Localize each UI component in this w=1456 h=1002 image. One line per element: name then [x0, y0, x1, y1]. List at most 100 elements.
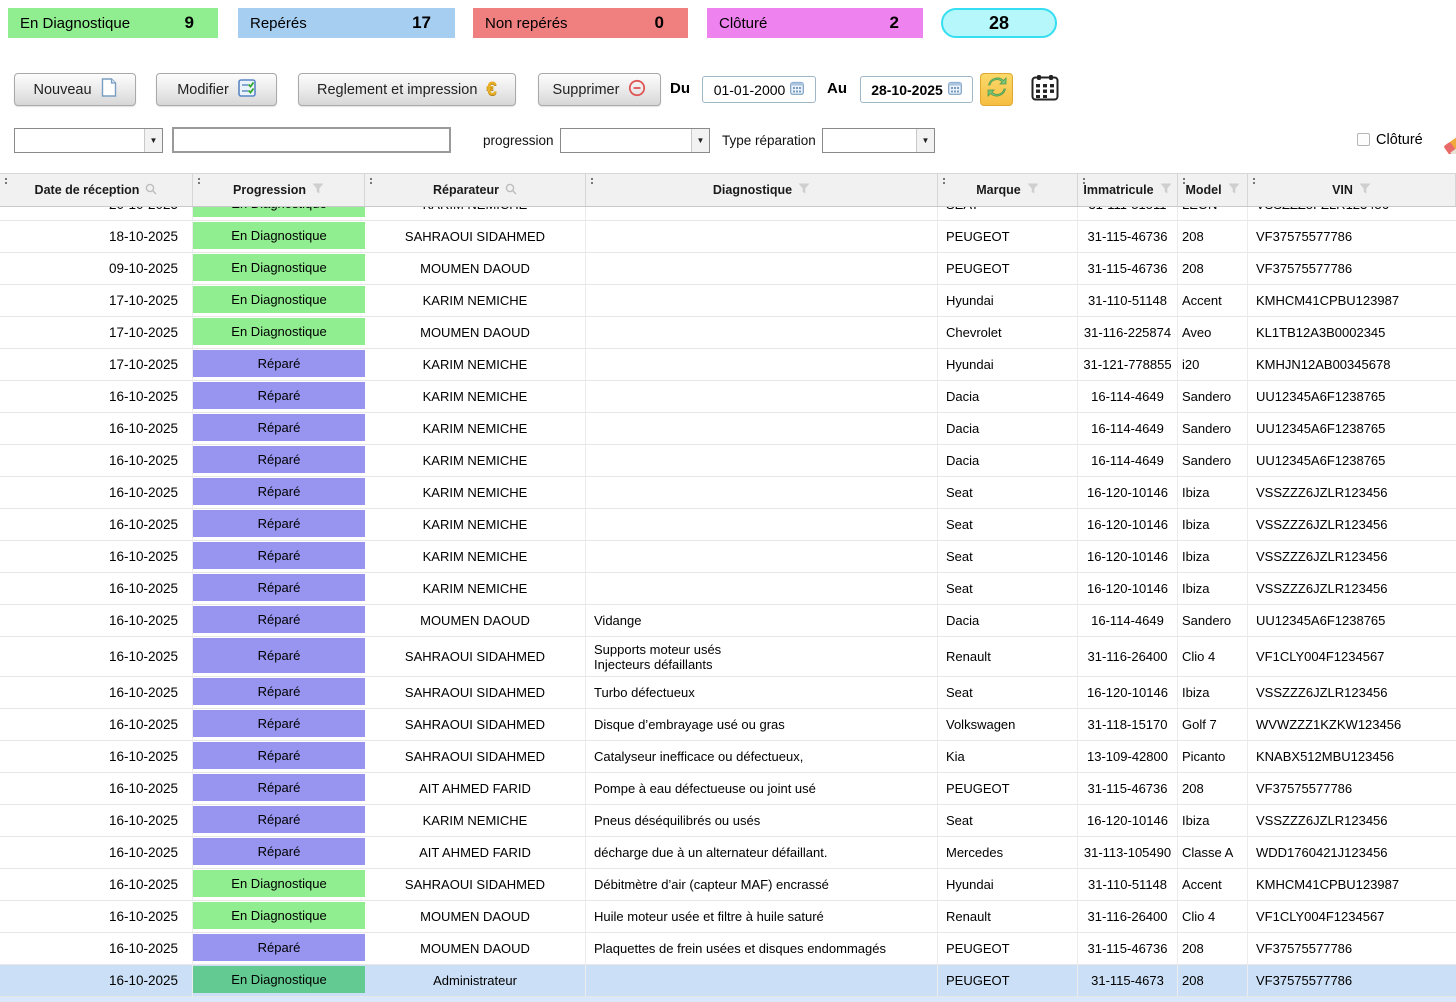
- table-row[interactable]: 16-10-2025 Réparé KARIM NEMICHE Seat 16-…: [0, 477, 1456, 509]
- table-row[interactable]: 16-10-2025 Réparé KARIM NEMICHE Dacia 16…: [0, 413, 1456, 445]
- progression-filter-label: progression: [483, 133, 554, 148]
- cell-reparateur: SAHRAOUI SIDAHMED: [365, 637, 586, 677]
- column-grip-icon[interactable]: [5, 178, 7, 180]
- table-row[interactable]: 16-10-2025 En Diagnostique MOUMEN DAOUD …: [0, 901, 1456, 933]
- table-row[interactable]: 17-10-2025 En Diagnostique KARIM NEMICHE…: [0, 285, 1456, 317]
- column-grip-icon[interactable]: [1183, 178, 1185, 180]
- cell-progression: Réparé: [193, 573, 365, 605]
- table-row[interactable]: 16-10-2025 Réparé SAHRAOUI SIDAHMED Disq…: [0, 709, 1456, 741]
- table-row[interactable]: 16-10-2025 Réparé KARIM NEMICHE Dacia 16…: [0, 445, 1456, 477]
- eraser-icon[interactable]: [1438, 128, 1456, 154]
- column-grip-icon[interactable]: [1083, 178, 1085, 180]
- date-to-field[interactable]: 28-10-2025: [860, 76, 973, 103]
- column-grip-icon[interactable]: [943, 178, 945, 180]
- reglement-impression-button[interactable]: Reglement et impression €: [298, 73, 516, 106]
- cell-date-reception: 16-10-2025: [0, 741, 193, 773]
- cell-vin: KNABX512MBU123456: [1248, 741, 1456, 773]
- filter-icon[interactable]: [1027, 183, 1039, 197]
- filter-icon[interactable]: [1160, 183, 1172, 197]
- table-row[interactable]: 18-10-2025 En Diagnostique SAHRAOUI SIDA…: [0, 221, 1456, 253]
- cell-date-reception: 16-10-2025: [0, 541, 193, 573]
- cell-reparateur: MOUMEN DAOUD: [365, 253, 586, 285]
- filter-icon[interactable]: [1359, 183, 1371, 197]
- table-row[interactable]: 17-10-2025 Réparé KARIM NEMICHE Hyundai …: [0, 349, 1456, 381]
- cell-date-reception: 16-10-2025: [0, 509, 193, 541]
- column-grip-icon[interactable]: [591, 178, 593, 180]
- table-row[interactable]: 16-10-2025 Réparé KARIM NEMICHE Seat 16-…: [0, 541, 1456, 573]
- column-header[interactable]: Immatricule: [1078, 174, 1178, 206]
- type-reparation-combobox[interactable]: ▼: [822, 128, 935, 153]
- table-row[interactable]: 16-10-2025 Réparé MOUMEN DAOUD Vidange D…: [0, 605, 1456, 637]
- cell-progression: En Diagnostique: [193, 317, 365, 349]
- cell-vin: VF1CLY004F1234567: [1248, 901, 1456, 933]
- chevron-down-icon: ▼: [144, 129, 162, 152]
- table-row[interactable]: 16-10-2025 Réparé KARIM NEMICHE Pneus dé…: [0, 805, 1456, 837]
- search-icon[interactable]: [505, 183, 517, 198]
- cell-immatricule: 16-120-10146: [1078, 677, 1178, 709]
- cell-date-reception: 16-10-2025: [0, 933, 193, 965]
- table-row[interactable]: 16-10-2025 Réparé MOUMEN DAOUD Plaquette…: [0, 933, 1456, 965]
- column-header[interactable]: Diagnostique: [586, 174, 938, 206]
- supprimer-button[interactable]: Supprimer: [538, 73, 661, 106]
- table-row[interactable]: 17-10-2025 En Diagnostique MOUMEN DAOUD …: [0, 317, 1456, 349]
- table-row[interactable]: 16-10-2025 Réparé SAHRAOUI SIDAHMED Cata…: [0, 741, 1456, 773]
- cell-date-reception: 16-10-2025: [0, 805, 193, 837]
- cell-progression: Réparé: [193, 637, 365, 677]
- column-header[interactable]: Model: [1178, 174, 1248, 206]
- column-filter-combobox[interactable]: ▼: [14, 128, 163, 153]
- table-row[interactable]: 16-10-2025 Réparé KARIM NEMICHE Seat 16-…: [0, 509, 1456, 541]
- column-grip-icon[interactable]: [370, 178, 372, 180]
- cell-model: Ibiza: [1178, 509, 1248, 541]
- table-row[interactable]: 16-10-2025 Réparé AIT AHMED FARID déchar…: [0, 837, 1456, 869]
- cell-model: Accent: [1178, 869, 1248, 901]
- filter-icon[interactable]: [312, 183, 324, 197]
- cell-vin: VF37575577786: [1248, 965, 1456, 997]
- table-row[interactable]: 16-10-2025 En Diagnostique SAHRAOUI SIDA…: [0, 869, 1456, 901]
- cell-diagnostique: Débitmètre d’air (capteur MAF) encrassé: [586, 869, 938, 901]
- column-header[interactable]: Progression: [193, 174, 365, 206]
- column-header[interactable]: VIN: [1248, 174, 1456, 206]
- column-grip-icon[interactable]: [1253, 178, 1255, 180]
- cell-vin: VF1CLY004F1234567: [1248, 637, 1456, 677]
- counter-non-reperes: Non repérés 0: [473, 8, 688, 38]
- progression-badge: Réparé: [193, 510, 365, 537]
- cell-diagnostique: [586, 349, 938, 381]
- progression-badge: Réparé: [193, 350, 365, 377]
- filter-icon[interactable]: [798, 183, 810, 197]
- cell-marque: Renault: [938, 637, 1078, 677]
- date-from-value: 01-01-2000: [714, 82, 786, 98]
- table-row[interactable]: 09-10-2025 En Diagnostique MOUMEN DAOUD …: [0, 253, 1456, 285]
- cell-progression: Réparé: [193, 933, 365, 965]
- column-header[interactable]: Marque: [938, 174, 1078, 206]
- filter-icon[interactable]: [1228, 183, 1240, 197]
- table-row[interactable]: 16-10-2025 Réparé SAHRAOUI SIDAHMED Turb…: [0, 677, 1456, 709]
- table-row[interactable]: 20-10-2025 En Diagnostique KARIM NEMICHE…: [0, 207, 1456, 221]
- column-grip-icon[interactable]: [198, 178, 200, 180]
- refresh-button[interactable]: [980, 73, 1013, 106]
- table-row[interactable]: 16-10-2025 Réparé KARIM NEMICHE Dacia 16…: [0, 381, 1456, 413]
- cell-date-reception: 20-10-2025: [0, 207, 193, 221]
- search-icon[interactable]: [145, 183, 157, 198]
- date-from-field[interactable]: 01-01-2000: [702, 76, 816, 103]
- table-row[interactable]: 16-10-2025 Réparé AIT AHMED FARID Pompe …: [0, 773, 1456, 805]
- calendar-picker-icon: [790, 81, 804, 98]
- table-row[interactable]: 16-10-2025 Réparé KARIM NEMICHE Seat 16-…: [0, 573, 1456, 605]
- column-header[interactable]: Date de réception: [0, 174, 193, 206]
- search-input[interactable]: [172, 127, 451, 153]
- repairs-table: Date de réception Progression Réparateur…: [0, 173, 1456, 1002]
- table-row[interactable]: 16-10-2025 Réparé SAHRAOUI SIDAHMED Supp…: [0, 637, 1456, 677]
- cell-marque: Mercedes: [938, 837, 1078, 869]
- table-row[interactable]: 16-10-2025 En Diagnostique Administrateu…: [0, 965, 1456, 997]
- progression-combobox[interactable]: ▼: [560, 128, 710, 153]
- cloture-checkbox[interactable]: [1357, 133, 1370, 146]
- cell-marque: Chevrolet: [938, 317, 1078, 349]
- cell-marque: Hyundai: [938, 869, 1078, 901]
- calendar-button[interactable]: [1030, 75, 1060, 104]
- column-header[interactable]: Réparateur: [365, 174, 586, 206]
- cell-date-reception: 16-10-2025: [0, 709, 193, 741]
- progression-badge: En Diagnostique: [193, 254, 365, 281]
- cell-reparateur: KARIM NEMICHE: [365, 445, 586, 477]
- modifier-button[interactable]: Modifier: [156, 73, 277, 106]
- cell-diagnostique: [586, 445, 938, 477]
- nouveau-button[interactable]: Nouveau: [14, 73, 136, 106]
